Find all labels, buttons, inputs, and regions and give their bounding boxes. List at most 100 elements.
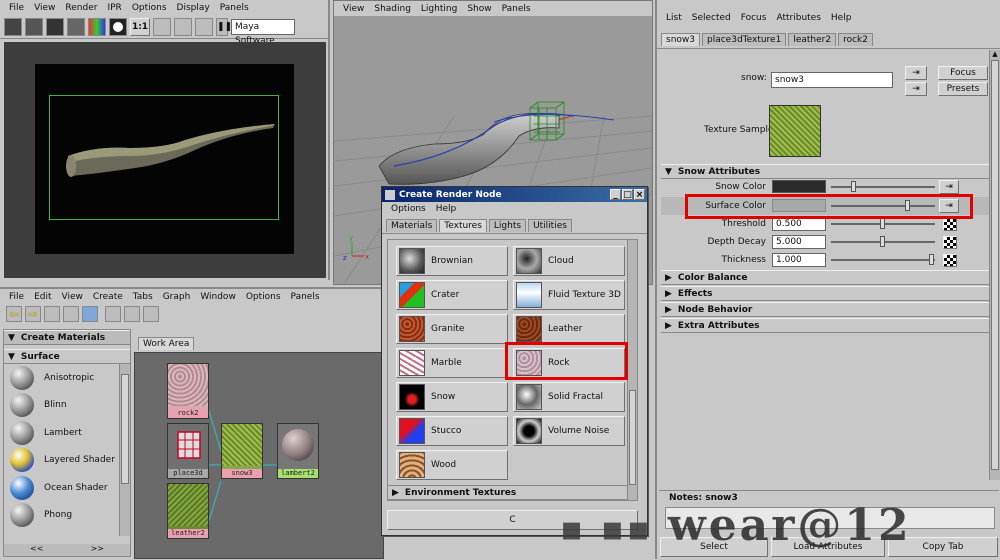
tab-leather2[interactable]: leather2 — [788, 33, 837, 46]
materials-scrollbar[interactable] — [119, 364, 130, 536]
hs-menu-edit[interactable]: Edit — [29, 292, 56, 302]
texture-cloud-button[interactable]: Cloud — [513, 246, 625, 276]
texture-sample-swatch[interactable] — [769, 105, 821, 157]
depth-decay-map-icon[interactable] — [943, 236, 957, 249]
node-rock[interactable]: rock2 — [167, 363, 209, 419]
presets-button[interactable]: Presets — [938, 82, 988, 96]
textures-scrollbar[interactable] — [627, 240, 637, 500]
snow-attributes-header[interactable]: ▼ Snow Attributes — [661, 164, 991, 179]
node-place3d[interactable]: place3d — [167, 423, 209, 479]
rv-menu-panels[interactable]: Panels — [215, 3, 254, 13]
hs-menu-view[interactable]: View — [57, 292, 88, 302]
slider-thumb[interactable] — [880, 236, 885, 247]
texture-volume-noise-button[interactable]: Volume Noise — [513, 416, 625, 446]
texture-fluid-texture-3d-button[interactable]: Fluid Texture 3D — [513, 280, 625, 310]
scroll-left-button[interactable]: << — [30, 544, 43, 556]
material-item[interactable]: Ocean Shader — [4, 474, 119, 502]
tab-place3dtexture1[interactable]: place3dTexture1 — [702, 33, 787, 46]
render-icon[interactable] — [4, 17, 22, 36]
ipr-icon[interactable] — [46, 17, 64, 36]
thickness-slider[interactable] — [831, 252, 935, 268]
material-item[interactable]: Anisotropic — [4, 364, 119, 392]
output-node-button[interactable]: ⇥ — [905, 82, 927, 96]
section-node-behavior[interactable]: ▶ Node Behavior — [661, 302, 991, 317]
hs-menu-tabs[interactable]: Tabs — [128, 292, 158, 302]
ae-menu-help[interactable]: Help — [826, 13, 857, 23]
hs-menu-file[interactable]: File — [4, 292, 29, 302]
hs-menu-graph[interactable]: Graph — [158, 292, 196, 302]
ae-menu-selected[interactable]: Selected — [687, 13, 736, 23]
rv-menu-options[interactable]: Options — [127, 3, 172, 13]
texture-solid-fractal-button[interactable]: Solid Fractal — [513, 382, 625, 412]
input-connections-icon[interactable] — [105, 306, 121, 322]
depth-decay-field[interactable]: 5.000 — [772, 235, 826, 249]
attribute-editor-scrollbar[interactable]: ▲ — [989, 50, 1000, 480]
texture-marble-button[interactable]: Marble — [396, 348, 508, 378]
section-effects[interactable]: ▶ Effects — [661, 286, 991, 301]
focus-button[interactable]: Focus — [938, 66, 988, 80]
texture-brownian-button[interactable]: Brownian — [396, 246, 508, 276]
hs-menu-options[interactable]: Options — [241, 292, 286, 302]
graph-materials-icon[interactable] — [82, 306, 98, 322]
node-name-field[interactable]: snow3 — [771, 72, 893, 88]
threshold-map-icon[interactable] — [943, 218, 957, 231]
render-region-icon[interactable] — [25, 17, 43, 36]
scroll-thumb[interactable] — [991, 60, 999, 470]
refresh-ipr-icon[interactable] — [67, 17, 85, 36]
rgb-channels-icon[interactable] — [88, 17, 106, 36]
section-color-balance[interactable]: ▶ Color Balance — [661, 270, 991, 285]
rv-menu-ipr[interactable]: IPR — [102, 3, 126, 13]
tab-lights[interactable]: Lights — [488, 219, 527, 232]
pause-icon[interactable]: ❚❚ — [216, 17, 232, 36]
minimize-button[interactable]: _ — [610, 189, 621, 200]
input-node-button[interactable]: ⇥ — [905, 66, 927, 80]
crn-menu-options[interactable]: Options — [386, 204, 431, 214]
ratio-button[interactable]: 1:1 — [130, 17, 150, 36]
remove-image-icon[interactable] — [174, 17, 192, 36]
threshold-field[interactable]: 0.500 — [772, 217, 826, 231]
alpha-channel-icon[interactable] — [109, 17, 127, 36]
create-materials-header[interactable]: ▼ Create Materials — [4, 330, 130, 345]
material-item[interactable]: Blinn — [4, 392, 119, 420]
node-lambert[interactable]: lambert2 — [277, 423, 319, 479]
renderer-select[interactable]: Maya Software — [231, 18, 295, 46]
material-item[interactable]: Layered Shader — [4, 447, 119, 475]
texture-stucco-button[interactable]: Stucco — [396, 416, 508, 446]
rv-menu-file[interactable]: File — [4, 3, 29, 13]
vp-menu-show[interactable]: Show — [462, 4, 496, 14]
rv-menu-view[interactable]: View — [29, 3, 60, 13]
ae-menu-list[interactable]: List — [661, 13, 687, 23]
hs-menu-create[interactable]: Create — [88, 292, 128, 302]
rearrange-graph-icon[interactable] — [63, 306, 79, 322]
scroll-right-button[interactable]: >> — [91, 544, 104, 556]
rv-menu-display[interactable]: Display — [172, 3, 215, 13]
snow-color-slider[interactable] — [831, 179, 935, 195]
crn-menu-help[interactable]: Help — [431, 204, 462, 214]
snow-color-map-button[interactable]: ⇥ — [939, 180, 959, 194]
tab-rock2[interactable]: rock2 — [838, 33, 873, 46]
slider-thumb[interactable] — [880, 218, 885, 229]
ae-menu-attributes[interactable]: Attributes — [771, 13, 825, 23]
vp-menu-panels[interactable]: Panels — [497, 4, 536, 14]
hs-menu-panels[interactable]: Panels — [286, 292, 325, 302]
texture-leather-button[interactable]: Leather — [513, 314, 625, 344]
tab-materials[interactable]: Materials — [386, 219, 438, 232]
arrow-left-icon[interactable]: ⇦ — [6, 306, 22, 322]
node-leather[interactable]: leather2 — [167, 483, 209, 539]
texture-crater-button[interactable]: Crater — [396, 280, 508, 310]
clear-graph-icon[interactable] — [44, 306, 60, 322]
work-area-canvas[interactable]: rock2 place3d snow3 lambert2 leather2 — [134, 352, 384, 559]
vp-menu-lighting[interactable]: Lighting — [416, 4, 462, 14]
vp-menu-shading[interactable]: Shading — [369, 4, 416, 14]
dialog-titlebar[interactable]: Create Render Node _ □ × — [382, 187, 647, 202]
material-item[interactable]: Lambert — [4, 419, 119, 447]
thickness-field[interactable]: 1.000 — [772, 253, 826, 267]
hs-menu-window[interactable]: Window — [195, 292, 241, 302]
tab-work-area[interactable]: Work Area — [138, 337, 195, 350]
depth-decay-slider[interactable] — [831, 234, 935, 250]
tab-snow3[interactable]: snow3 — [661, 33, 700, 46]
section-extra-attributes[interactable]: ▶ Extra Attributes — [661, 318, 991, 333]
texture-snow-button[interactable]: Snow — [396, 382, 508, 412]
input-output-connections-icon[interactable] — [124, 306, 140, 322]
tab-textures[interactable]: Textures — [439, 219, 487, 232]
